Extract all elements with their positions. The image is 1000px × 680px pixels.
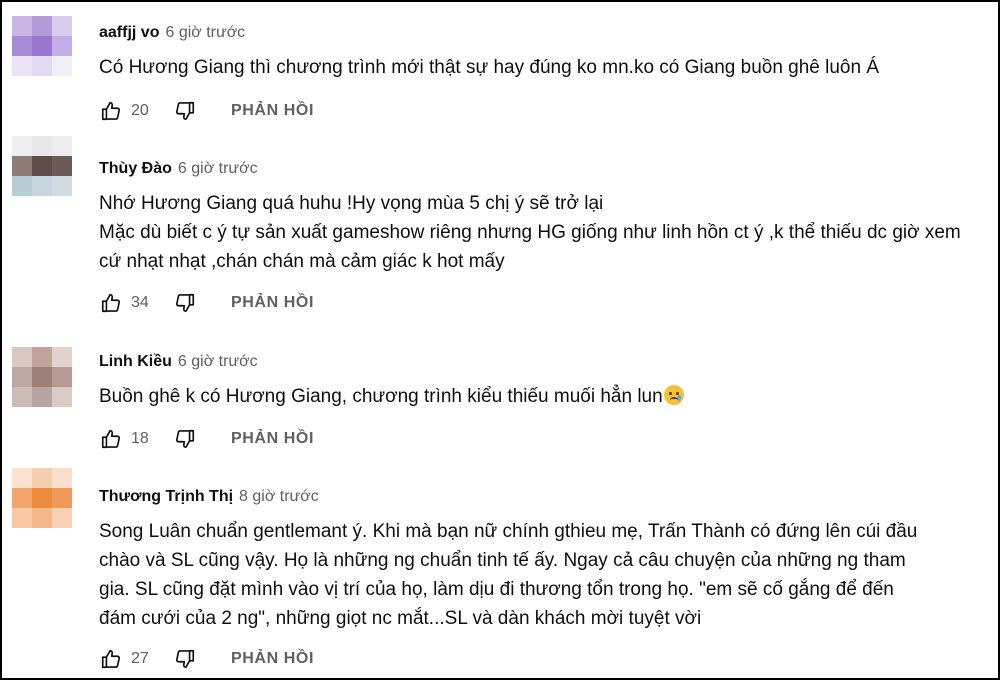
avatar-pixel (12, 508, 32, 528)
avatar-pixel (32, 176, 52, 196)
reply-button[interactable]: PHẢN HỒI (231, 294, 314, 312)
avatar-pixel (12, 56, 32, 76)
crying-face-icon (663, 385, 684, 405)
avatar-pixel (52, 156, 72, 176)
avatar-pixel (52, 508, 72, 528)
comment-author[interactable]: Thùy Đào (99, 160, 172, 178)
like-icon[interactable] (99, 291, 123, 315)
dislike-icon[interactable] (173, 427, 197, 451)
reply-button[interactable]: PHẢN HỒI (231, 430, 314, 448)
avatar-pixel (12, 347, 32, 367)
avatar-pixel (52, 488, 72, 508)
avatar-pixel (32, 36, 52, 56)
avatar[interactable] (12, 16, 72, 76)
like-count: 18 (131, 430, 149, 447)
avatar-pixel (52, 468, 72, 488)
avatar-pixel (52, 347, 72, 367)
avatar[interactable] (12, 136, 72, 196)
comment-line: Nhớ Hương Giang quá huhu !Hy vọng mùa 5 … (99, 193, 604, 214)
comment-timestamp[interactable]: 8 giờ trước (239, 488, 319, 506)
avatar-pixel (12, 488, 32, 508)
comment-timestamp[interactable]: 6 giờ trước (178, 353, 258, 371)
comment-line: Có Hương Giang thì chương trình mới thật… (99, 57, 880, 78)
like-icon[interactable] (99, 427, 123, 451)
comment-line: Buồn ghê k có Hương Giang, chương trình … (99, 386, 663, 407)
comment-text: Nhớ Hương Giang quá huhu !Hy vọng mùa 5 … (99, 189, 989, 276)
comment-line: gia. SL cũng đặt mình vào vị trí của họ,… (99, 579, 894, 600)
comment-author[interactable]: aaffjj vo (99, 24, 159, 42)
comment-actions: 18 PHẢN HỒI (99, 427, 314, 451)
avatar-pixel (12, 36, 32, 56)
dislike-icon[interactable] (173, 99, 197, 123)
comment-author[interactable]: Thương Trịnh Thị (99, 488, 233, 506)
comment-line: cứ nhạt nhạt ,chán chán mà cảm giác k ho… (99, 251, 505, 272)
avatar[interactable] (12, 468, 72, 528)
avatar-pixel (32, 16, 52, 36)
comment-text: Song Luân chuẩn gentlemant ý. Khi mà bạn… (99, 517, 989, 633)
avatar-pixel (12, 387, 32, 407)
avatar[interactable] (12, 347, 72, 407)
avatar-pixel (52, 36, 72, 56)
avatar-pixel (52, 16, 72, 36)
comment-text: Có Hương Giang thì chương trình mới thật… (99, 53, 989, 82)
avatar-pixel (32, 136, 52, 156)
avatar-pixel (52, 136, 72, 156)
like-icon[interactable] (99, 99, 123, 123)
avatar-pixel (32, 56, 52, 76)
avatar-pixel (32, 387, 52, 407)
avatar-pixel (12, 367, 32, 387)
like-count: 27 (131, 650, 149, 667)
like-icon[interactable] (99, 647, 123, 671)
comment-line: đám cưới của 2 ng", những giọt nc mắt...… (99, 608, 702, 629)
avatar-pixel (12, 468, 32, 488)
like-count: 20 (131, 102, 149, 119)
avatar-pixel (32, 488, 52, 508)
avatar-pixel (12, 16, 32, 36)
comment-line: Song Luân chuẩn gentlemant ý. Khi mà bạn… (99, 521, 918, 542)
comment-timestamp[interactable]: 6 giờ trước (165, 24, 245, 42)
comment-text: Buồn ghê k có Hương Giang, chương trình … (99, 382, 989, 411)
avatar-pixel (32, 156, 52, 176)
comment-actions: 34 PHẢN HỒI (99, 291, 314, 315)
avatar-pixel (32, 347, 52, 367)
avatar-pixel (52, 387, 72, 407)
comment-author[interactable]: Linh Kiều (99, 353, 172, 371)
like-count: 34 (131, 294, 149, 311)
comment-actions: 20 PHẢN HỒI (99, 99, 314, 123)
dislike-icon[interactable] (173, 647, 197, 671)
comment-actions: 27 PHẢN HỒI (99, 647, 314, 671)
avatar-pixel (52, 176, 72, 196)
avatar-pixel (32, 508, 52, 528)
avatar-pixel (12, 156, 32, 176)
comment-timestamp[interactable]: 6 giờ trước (178, 160, 258, 178)
comment-line: Mặc dù biết c ý tự sản xuất gameshow riê… (99, 222, 961, 243)
reply-button[interactable]: PHẢN HỒI (231, 102, 314, 120)
comments-panel: aaffjj vo 6 giờ trước Có Hương Giang thì… (0, 0, 1000, 680)
comment-line: chào và SL cũng vậy. Họ là những ng chuẩ… (99, 550, 906, 571)
dislike-icon[interactable] (173, 291, 197, 315)
reply-button[interactable]: PHẢN HỒI (231, 650, 314, 668)
avatar-pixel (32, 367, 52, 387)
avatar-pixel (32, 468, 52, 488)
avatar-pixel (52, 56, 72, 76)
avatar-pixel (52, 367, 72, 387)
avatar-pixel (12, 136, 32, 156)
avatar-pixel (12, 176, 32, 196)
